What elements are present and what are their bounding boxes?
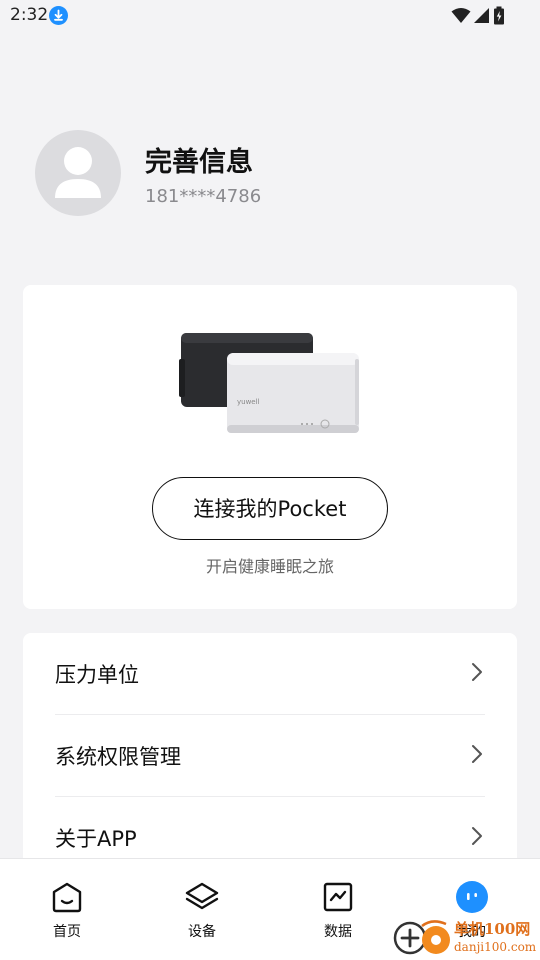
chevron-right-icon xyxy=(472,663,482,681)
nav-label: 设备 xyxy=(188,924,216,940)
status-time: 2:32 xyxy=(10,5,49,25)
signal-icon xyxy=(474,8,489,23)
settings-item-label: 关于APP xyxy=(55,827,137,851)
device-card: yuwell 连接我的Pocket 开启健康睡眠之旅 xyxy=(23,285,517,609)
nav-label: 数据 xyxy=(324,924,352,940)
settings-item-label: 压力单位 xyxy=(55,663,139,687)
settings-list: 压力单位 系统权限管理 关于APP xyxy=(23,633,517,893)
nav-label: 首页 xyxy=(53,924,81,940)
settings-item-pressure-unit[interactable]: 压力单位 xyxy=(55,633,485,715)
watermark-url: danji100.com xyxy=(454,940,537,954)
svg-text:yuwell: yuwell xyxy=(237,398,260,406)
profile-header[interactable]: 完善信息 181****4786 xyxy=(35,130,505,216)
layers-icon xyxy=(185,882,219,910)
chevron-right-icon xyxy=(472,827,482,845)
status-icons xyxy=(451,6,505,25)
connect-pocket-button[interactable]: 连接我的Pocket xyxy=(152,477,388,540)
profile-name[interactable]: 完善信息 xyxy=(145,140,253,179)
device-image: yuwell xyxy=(179,333,359,433)
device-subtitle: 开启健康睡眠之旅 xyxy=(205,557,334,576)
watermark: 单机100网 danji100.com xyxy=(392,916,540,960)
chevron-right-icon xyxy=(472,745,482,763)
nav-item-data[interactable]: 数据 xyxy=(298,881,378,951)
watermark-text: 单机100网 xyxy=(454,920,531,938)
avatar[interactable] xyxy=(35,130,121,216)
nav-item-device[interactable]: 设备 xyxy=(162,881,242,951)
battery-icon xyxy=(494,6,504,25)
settings-item-label: 系统权限管理 xyxy=(55,745,181,769)
status-bar: 2:32 xyxy=(0,0,540,32)
user-icon xyxy=(55,147,101,198)
home-icon xyxy=(52,882,82,913)
profile-phone: 181****4786 xyxy=(145,186,262,207)
face-icon xyxy=(456,881,488,913)
download-icon xyxy=(49,6,68,25)
chart-icon xyxy=(323,882,353,912)
watermark-logo-icon xyxy=(393,920,450,955)
settings-item-permissions[interactable]: 系统权限管理 xyxy=(55,715,485,797)
wifi-icon xyxy=(451,8,471,23)
nav-item-home[interactable]: 首页 xyxy=(27,881,107,951)
